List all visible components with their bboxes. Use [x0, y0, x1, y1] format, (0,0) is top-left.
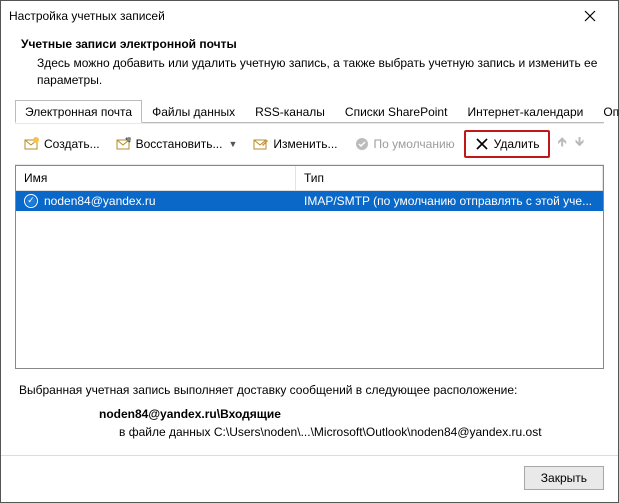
dialog-window: Настройка учетных записей Учетные записи…: [0, 0, 619, 503]
tab-email[interactable]: Электронная почта: [15, 100, 142, 123]
column-type[interactable]: Тип: [296, 166, 603, 190]
move-up-icon: 🡹: [558, 133, 567, 155]
tab-internet-calendars[interactable]: Интернет-календари: [457, 100, 593, 123]
tab-email-label: Электронная почта: [25, 105, 132, 119]
header-description: Здесь можно добавить или удалить учетную…: [21, 55, 598, 89]
close-button[interactable]: [570, 2, 610, 30]
check-circle-icon: [354, 136, 370, 152]
create-button[interactable]: Создать...: [17, 132, 107, 156]
titlebar: Настройка учетных записей: [1, 1, 618, 31]
row-type-cell: IMAP/SMTP (по умолчанию отправлять с это…: [296, 192, 603, 210]
column-name-label: Имя: [24, 171, 47, 185]
default-account-icon: ✓: [24, 194, 38, 208]
restore-label: Восстановить...: [136, 137, 223, 151]
close-icon: [584, 10, 596, 22]
create-label: Создать...: [44, 137, 100, 151]
close-dialog-button[interactable]: Закрыть: [524, 466, 604, 490]
column-type-label: Тип: [304, 171, 324, 185]
close-dialog-label: Закрыть: [541, 471, 587, 485]
content-area: Электронная почта Файлы данных RSS-канал…: [1, 99, 618, 455]
delete-button[interactable]: Удалить: [464, 130, 550, 158]
move-down-icon: 🡻: [575, 133, 584, 155]
table-row[interactable]: ✓ noden84@yandex.ru IMAP/SMTP (по умолча…: [16, 191, 603, 211]
row-name: noden84@yandex.ru: [44, 194, 156, 208]
tab-published[interactable]: Опублико: [593, 100, 619, 123]
edit-button[interactable]: Изменить...: [246, 132, 344, 156]
toolbar: Создать... Восстановить... ▼ Изменить...: [15, 123, 604, 165]
tab-data-files[interactable]: Файлы данных: [142, 100, 245, 123]
column-name[interactable]: Имя: [16, 166, 296, 190]
delete-label: Удалить: [494, 137, 540, 151]
delete-x-icon: [474, 136, 490, 152]
restore-button[interactable]: Восстановить... ▼: [109, 132, 245, 156]
row-type: IMAP/SMTP (по умолчанию отправлять с это…: [304, 194, 592, 208]
table-header: Имя Тип: [16, 166, 603, 191]
delivery-info: Выбранная учетная запись выполняет доста…: [15, 369, 604, 445]
chevron-down-icon: ▼: [228, 139, 237, 149]
edit-label: Изменить...: [273, 137, 337, 151]
header-block: Учетные записи электронной почты Здесь м…: [1, 31, 618, 99]
delivery-line2: noden84@yandex.ru\Входящие: [19, 407, 600, 421]
new-mail-icon: [24, 136, 40, 152]
delivery-line1: Выбранная учетная запись выполняет доста…: [19, 383, 600, 397]
accounts-table: Имя Тип ✓ noden84@yandex.ru IMAP/SMTP (п…: [15, 165, 604, 369]
header-title: Учетные записи электронной почты: [21, 37, 598, 51]
tabs-row: Электронная почта Файлы данных RSS-канал…: [15, 99, 604, 123]
tab-internet-calendars-label: Интернет-календари: [467, 105, 583, 119]
tab-sharepoint-label: Списки SharePoint: [345, 105, 448, 119]
delivery-line3: в файле данных C:\Users\noden\...\Micros…: [19, 425, 600, 439]
edit-icon: [253, 136, 269, 152]
tab-data-files-label: Файлы данных: [152, 105, 235, 119]
tab-rss[interactable]: RSS-каналы: [245, 100, 335, 123]
tab-sharepoint[interactable]: Списки SharePoint: [335, 100, 458, 123]
repair-icon: [116, 136, 132, 152]
tab-published-label: Опублико: [603, 105, 619, 119]
window-title: Настройка учетных записей: [9, 9, 570, 23]
tab-rss-label: RSS-каналы: [255, 105, 325, 119]
default-button: По умолчанию: [347, 132, 462, 156]
row-name-cell: ✓ noden84@yandex.ru: [16, 192, 296, 210]
default-label: По умолчанию: [374, 137, 455, 151]
dialog-footer: Закрыть: [1, 455, 618, 502]
reorder-arrows: 🡹 🡻: [552, 133, 591, 155]
